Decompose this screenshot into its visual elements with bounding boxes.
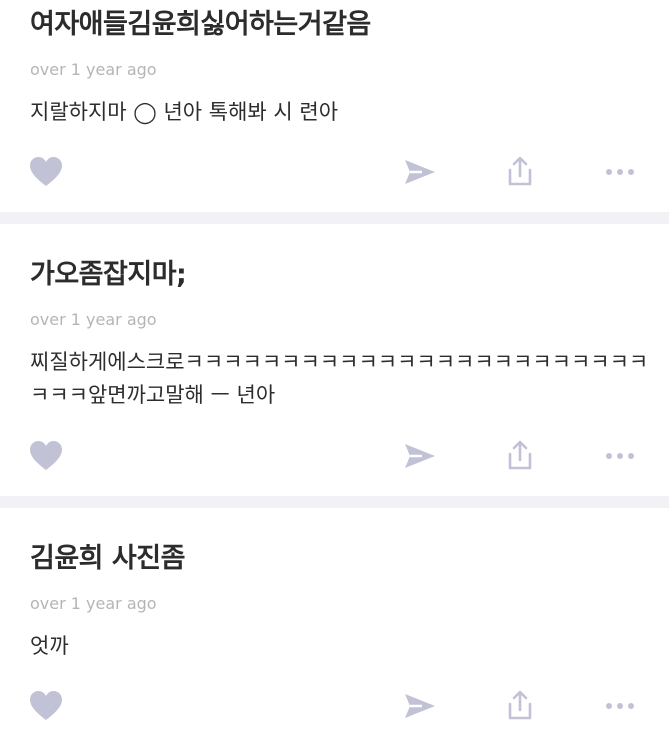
share-icon[interactable] xyxy=(500,436,540,476)
answer-text: 엇까 xyxy=(30,634,69,658)
send-icon[interactable] xyxy=(400,686,440,726)
heart-icon[interactable] xyxy=(26,686,66,726)
more-icon[interactable] xyxy=(600,436,640,476)
question-title: 여자애들김윤희싫어하는거같음 xyxy=(30,9,371,40)
post-timestamp: over 1 year ago xyxy=(30,310,157,329)
question-title: 가오좀잡지마; xyxy=(30,259,187,290)
action-bar xyxy=(0,152,669,192)
more-icon[interactable] xyxy=(600,686,640,726)
post-timestamp: over 1 year ago xyxy=(30,594,157,613)
answer-text: 지랄하지마 ◯ 년아 톡해봐 시 련아 xyxy=(30,100,339,124)
action-bar xyxy=(0,686,669,726)
card-divider xyxy=(0,212,669,224)
answer-feed: 여자애들김윤희싫어하는거같음 over 1 year ago 지랄하지마 ◯ 년… xyxy=(0,0,669,731)
heart-icon[interactable] xyxy=(26,152,66,192)
send-icon[interactable] xyxy=(400,436,440,476)
heart-icon[interactable] xyxy=(26,436,66,476)
more-icon[interactable] xyxy=(600,152,640,192)
post-timestamp: over 1 year ago xyxy=(30,60,157,79)
card-divider xyxy=(0,496,669,508)
action-bar xyxy=(0,436,669,476)
share-icon[interactable] xyxy=(500,686,540,726)
question-title: 김윤희 사진좀 xyxy=(30,543,185,574)
answer-text: 찌질하게에스크로ㅋㅋㅋㅋㅋㅋㅋㅋㅋㅋㅋㅋㅋㅋㅋㅋㅋㅋㅋㅋㅋㅋㅋㅋㅋㅋㅋ앞면까고말… xyxy=(30,350,649,407)
send-icon[interactable] xyxy=(400,152,440,192)
share-icon[interactable] xyxy=(500,152,540,192)
